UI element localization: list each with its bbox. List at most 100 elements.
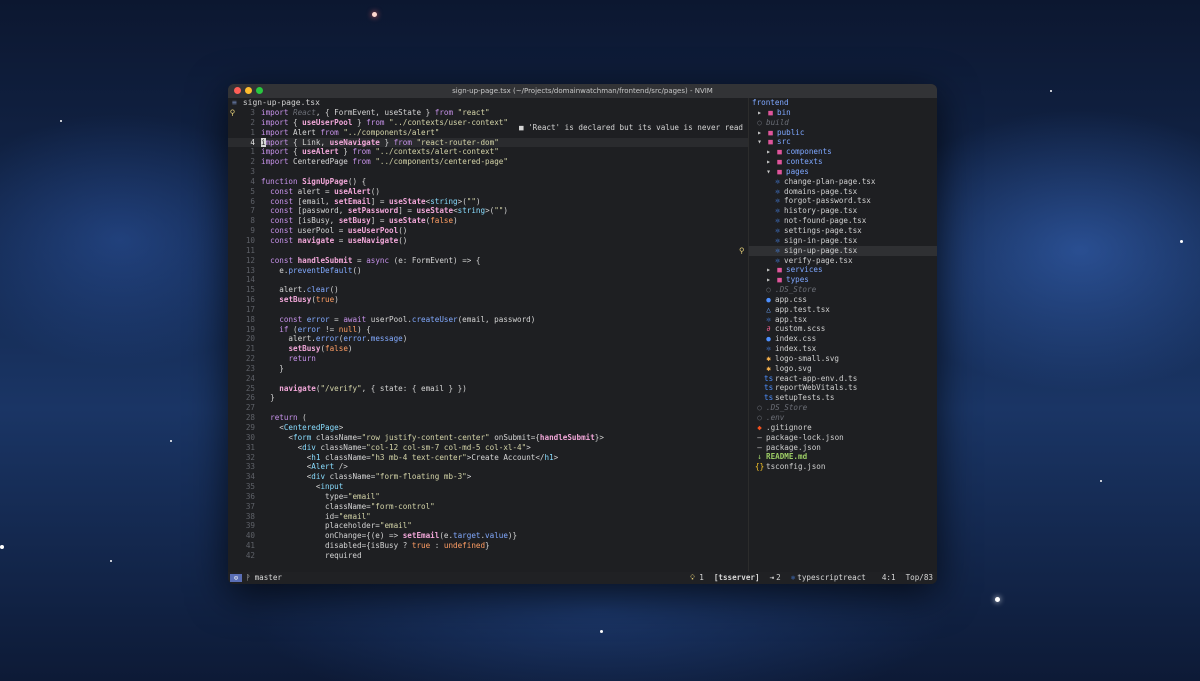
code-line[interactable]: 13 e.preventDefault() <box>228 266 748 276</box>
close-button[interactable] <box>234 87 241 94</box>
tree-file[interactable]: ⚛ not-found-page.tsx <box>749 216 937 226</box>
code-line[interactable]: 3 <box>228 167 748 177</box>
code-line[interactable]: 14 <box>228 275 748 285</box>
code-line[interactable]: 27 <box>228 403 748 413</box>
tree-file[interactable]: ⚛ change-plan-page.tsx <box>749 177 937 187</box>
tree-folder[interactable]: ▸ ■ contexts <box>749 157 937 167</box>
code-line[interactable]: 32 <h1 className="h3 mb-4 text-center">C… <box>228 453 748 463</box>
tree-file[interactable]: ts reportWebVitals.ts <box>749 383 937 393</box>
tree-folder[interactable]: ▸ ■ bin <box>749 108 937 118</box>
code-line[interactable]: 11 <box>228 246 748 256</box>
tree-file[interactable]: ○ .DS_Store <box>749 403 937 413</box>
tree-file[interactable]: ⚛ verify-page.tsx <box>749 256 937 266</box>
buffer-tab[interactable]: ≡ sign-up-page.tsx <box>228 98 748 108</box>
tree-file[interactable]: ○ .env <box>749 413 937 423</box>
star <box>110 560 112 562</box>
code-line[interactable]: 37 className="form-control" <box>228 502 748 512</box>
code-line[interactable]: 15 alert.clear() <box>228 285 748 295</box>
tree-folder[interactable]: ▾ ■ pages <box>749 167 937 177</box>
code-line[interactable]: 9 const userPool = useUserPool() <box>228 226 748 236</box>
tree-file[interactable]: ↓ README.md <box>749 452 937 462</box>
code-line[interactable]: 19 if (error != null) { <box>228 325 748 335</box>
tree-folder[interactable]: ▸ ■ components <box>749 147 937 157</box>
code-line[interactable]: 36 type="email" <box>228 492 748 502</box>
tree-file[interactable]: ○ .DS_Store <box>749 285 937 295</box>
cursor-position: 4:1 <box>881 573 896 582</box>
sign-column <box>228 138 237 148</box>
line-number: 1 <box>250 147 255 157</box>
file-icon: ⚛ <box>775 186 780 196</box>
file-tree[interactable]: frontend ▸ ■ bin ○ build ▸ ■ public ▾ ■ src ▸ ■ compo… <box>739 98 937 572</box>
tree-file[interactable]: ⚛ domains-page.tsx <box>749 187 937 197</box>
sign-column <box>228 197 237 207</box>
file-icon: ⚛ <box>775 196 780 206</box>
tree-file[interactable]: ✱ logo-small.svg <box>749 354 937 364</box>
code-line[interactable]: 41 disabled={isBusy ? true : undefined} <box>228 541 748 551</box>
code-line[interactable]: 29 <CenteredPage> <box>228 423 748 433</box>
code-line[interactable]: 30 <form className="row justify-content-… <box>228 433 748 443</box>
tree-file[interactable]: ⚛ settings-page.tsx <box>749 226 937 236</box>
code-line[interactable]: 22 return <box>228 354 748 364</box>
minimize-button[interactable] <box>245 87 252 94</box>
code-line[interactable]: 39 placeholder="email" <box>228 521 748 531</box>
tree-file[interactable]: ⚛ forgot-password.tsx <box>749 196 937 206</box>
tree-file[interactable]: ⚛ sign-in-page.tsx <box>749 236 937 246</box>
code-line[interactable]: 21 setBusy(false) <box>228 344 748 354</box>
tree-file[interactable]: △ app.test.tsx <box>749 305 937 315</box>
tree-item-label: README.md <box>766 452 808 462</box>
code-line[interactable]: 16 setBusy(true) <box>228 295 748 305</box>
code-line[interactable]: 28 return ( <box>228 413 748 423</box>
code-line[interactable]: 5 const alert = useAlert() <box>228 187 748 197</box>
tree-folder[interactable]: ▸ ■ services <box>749 265 937 275</box>
tree-file[interactable]: ○ build <box>749 118 937 128</box>
zoom-button[interactable] <box>256 87 263 94</box>
code-editor[interactable]: ≡ sign-up-page.tsx ⚲ 3 import React, { For… <box>228 98 749 572</box>
tree-file[interactable]: ⚛ index.tsx <box>749 344 937 354</box>
code-line[interactable]: 12 const handleSubmit = async (e: FormEv… <box>228 256 748 266</box>
tree-file[interactable]: ● app.css <box>749 295 937 305</box>
code-line[interactable]: 33 <Alert /> <box>228 462 748 472</box>
tree-file[interactable]: {} tsconfig.json <box>749 462 937 472</box>
code-line[interactable]: 6 const [email, setEmail] = useState<str… <box>228 197 748 207</box>
lightbulb-icon: 💡︎ <box>689 573 696 582</box>
code-line[interactable]: 2 import CenteredPage from "../components… <box>228 157 748 167</box>
code-line[interactable]: 31 <div className="col-12 col-sm-7 col-m… <box>228 443 748 453</box>
code-line[interactable]: 35 <input <box>228 482 748 492</box>
code-line[interactable]: 40 onChange={(e) => setEmail(e.target.va… <box>228 531 748 541</box>
code-line[interactable]: 4 import { Link, useNavigate } from "reac… <box>228 137 748 148</box>
code-line[interactable]: 7 const [password, setPassword] = useSta… <box>228 206 748 216</box>
tree-file[interactable]: ⚲ ⚛ sign-up-page.tsx <box>739 245 937 256</box>
tree-file[interactable]: ― package-lock.json <box>749 433 937 443</box>
tree-folder[interactable]: ▸ ■ types <box>749 275 937 285</box>
tree-item-label: .gitignore <box>766 422 812 432</box>
tree-file[interactable]: ◆ .gitignore <box>749 423 937 433</box>
code-line[interactable]: 42 required <box>228 551 748 561</box>
code-line[interactable]: 38 id="email" <box>228 512 748 522</box>
code-line[interactable]: 25 navigate("/verify", { state: { email … <box>228 384 748 394</box>
tree-file[interactable]: ts setupTests.ts <box>749 393 937 403</box>
code-line[interactable]: 10 const navigate = useNavigate() <box>228 236 748 246</box>
code-line[interactable]: 4 function SignUpPage() { <box>228 177 748 187</box>
code-line[interactable]: ⚲ 3 import React, { FormEvent, useState } … <box>228 108 748 118</box>
code-line[interactable]: 17 <box>228 305 748 315</box>
code-line[interactable]: 24 <box>228 374 748 384</box>
code-line[interactable]: 34 <div className="form-floating mb-3"> <box>228 472 748 482</box>
code-line[interactable]: 26 } <box>228 393 748 403</box>
tree-item-label: reportWebVitals.ts <box>775 383 858 393</box>
code-line[interactable]: 8 const [isBusy, setBusy] = useState(fal… <box>228 216 748 226</box>
tree-file[interactable]: ts react-app-env.d.ts <box>749 374 937 384</box>
code-line[interactable]: 23 } <box>228 364 748 374</box>
code-line[interactable]: 20 alert.error(error.message) <box>228 334 748 344</box>
tree-file[interactable]: ∂ custom.scss <box>749 324 937 334</box>
tree-file[interactable]: ✱ logo.svg <box>749 364 937 374</box>
tree-folder[interactable]: ▾ ■ src <box>749 137 937 147</box>
tree-file[interactable]: ⚛ app.tsx <box>749 315 937 325</box>
tree-file[interactable]: ⚛ history-page.tsx <box>749 206 937 216</box>
tree-folder[interactable]: ▸ ■ public <box>749 128 937 138</box>
code-line[interactable]: 1 import { useAlert } from "../contexts/a… <box>228 147 748 157</box>
tree-root[interactable]: frontend <box>749 98 937 108</box>
tree-file[interactable]: ― package.json <box>749 443 937 453</box>
tree-file[interactable]: ● index.css <box>749 334 937 344</box>
code-line[interactable]: 18 const error = await userPool.createUs… <box>228 315 748 325</box>
